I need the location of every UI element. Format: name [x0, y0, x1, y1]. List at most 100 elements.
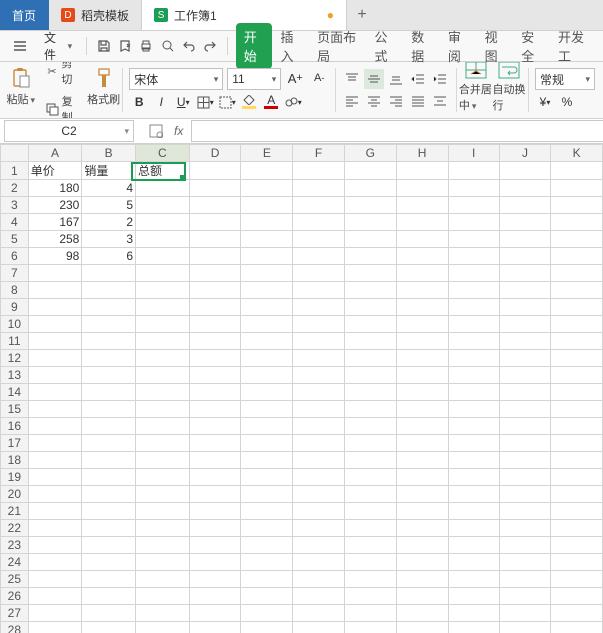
name-box[interactable]: C2 — [4, 120, 134, 142]
cell-J8[interactable] — [499, 282, 550, 299]
cell-J19[interactable] — [499, 469, 550, 486]
cell-A8[interactable] — [28, 282, 82, 299]
cell-I18[interactable] — [448, 452, 499, 469]
cell-A6[interactable]: 98 — [28, 248, 82, 265]
cell-A17[interactable] — [28, 435, 82, 452]
cell-F4[interactable] — [293, 214, 345, 231]
cell-J3[interactable] — [499, 197, 550, 214]
cell-B7[interactable] — [82, 265, 136, 282]
cell-C23[interactable] — [136, 537, 190, 554]
row-header-15[interactable]: 15 — [1, 401, 29, 418]
cell-C20[interactable] — [136, 486, 190, 503]
cell-D1[interactable] — [189, 162, 241, 180]
cell-B10[interactable] — [82, 316, 136, 333]
redo-button[interactable] — [202, 36, 219, 56]
cell-J12[interactable] — [499, 350, 550, 367]
cell-F22[interactable] — [293, 520, 345, 537]
cell-F13[interactable] — [293, 367, 345, 384]
cell-I28[interactable] — [448, 622, 499, 633]
cell-K14[interactable] — [551, 384, 603, 401]
spreadsheet-grid[interactable]: ABCDEFGHIJK1单价销量总额2180432305416725258369… — [0, 144, 603, 633]
cell-F11[interactable] — [293, 333, 345, 350]
cell-E2[interactable] — [241, 180, 293, 197]
save-as-button[interactable] — [116, 36, 133, 56]
formula-input[interactable] — [191, 120, 603, 142]
cell-E7[interactable] — [241, 265, 293, 282]
align-top-button[interactable] — [342, 69, 362, 89]
cell-C21[interactable] — [136, 503, 190, 520]
cell-K20[interactable] — [551, 486, 603, 503]
col-header-B[interactable]: B — [82, 145, 136, 162]
tab-add-button[interactable]: + — [347, 6, 377, 24]
cell-B17[interactable] — [82, 435, 136, 452]
row-header-12[interactable]: 12 — [1, 350, 29, 367]
paste-button[interactable]: 粘贴 — [4, 64, 38, 110]
cell-F24[interactable] — [293, 554, 345, 571]
cell-D23[interactable] — [189, 537, 241, 554]
cell-B9[interactable] — [82, 299, 136, 316]
cell-G24[interactable] — [344, 554, 396, 571]
cell-H15[interactable] — [396, 401, 448, 418]
cell-B3[interactable]: 5 — [82, 197, 136, 214]
cell-G13[interactable] — [344, 367, 396, 384]
cell-H25[interactable] — [396, 571, 448, 588]
cell-A11[interactable] — [28, 333, 82, 350]
cell-A10[interactable] — [28, 316, 82, 333]
row-header-22[interactable]: 22 — [1, 520, 29, 537]
cell-A4[interactable]: 167 — [28, 214, 82, 231]
cell-H8[interactable] — [396, 282, 448, 299]
cell-J1[interactable] — [499, 162, 550, 180]
cell-G14[interactable] — [344, 384, 396, 401]
cell-K12[interactable] — [551, 350, 603, 367]
cell-K6[interactable] — [551, 248, 603, 265]
cell-J26[interactable] — [499, 588, 550, 605]
cell-B21[interactable] — [82, 503, 136, 520]
cell-K9[interactable] — [551, 299, 603, 316]
cell-C2[interactable] — [136, 180, 190, 197]
row-header-27[interactable]: 27 — [1, 605, 29, 622]
cell-H28[interactable] — [396, 622, 448, 633]
ribbon-tab-1[interactable]: 插入 — [272, 23, 309, 69]
cell-C8[interactable] — [136, 282, 190, 299]
cell-K19[interactable] — [551, 469, 603, 486]
row-header-1[interactable]: 1 — [1, 162, 29, 180]
cell-C1[interactable]: 总额 — [136, 162, 190, 180]
cell-F2[interactable] — [293, 180, 345, 197]
cell-F5[interactable] — [293, 231, 345, 248]
cell-G2[interactable] — [344, 180, 396, 197]
cell-D27[interactable] — [189, 605, 241, 622]
percent-button[interactable]: % — [557, 92, 577, 112]
cell-J14[interactable] — [499, 384, 550, 401]
cell-J7[interactable] — [499, 265, 550, 282]
cell-H19[interactable] — [396, 469, 448, 486]
cell-G23[interactable] — [344, 537, 396, 554]
cell-A24[interactable] — [28, 554, 82, 571]
cell-K1[interactable] — [551, 162, 603, 180]
cell-G10[interactable] — [344, 316, 396, 333]
cell-E6[interactable] — [241, 248, 293, 265]
cell-B24[interactable] — [82, 554, 136, 571]
cell-A18[interactable] — [28, 452, 82, 469]
cell-H26[interactable] — [396, 588, 448, 605]
cell-I14[interactable] — [448, 384, 499, 401]
cell-F9[interactable] — [293, 299, 345, 316]
row-header-19[interactable]: 19 — [1, 469, 29, 486]
cell-B2[interactable]: 4 — [82, 180, 136, 197]
cell-D14[interactable] — [189, 384, 241, 401]
cell-E18[interactable] — [241, 452, 293, 469]
cell-I5[interactable] — [448, 231, 499, 248]
cell-H12[interactable] — [396, 350, 448, 367]
cell-H17[interactable] — [396, 435, 448, 452]
print-button[interactable] — [138, 36, 155, 56]
align-left-button[interactable] — [342, 91, 362, 111]
cell-A13[interactable] — [28, 367, 82, 384]
cell-I19[interactable] — [448, 469, 499, 486]
file-menu[interactable]: 文件 — [38, 26, 78, 66]
cell-H2[interactable] — [396, 180, 448, 197]
row-header-20[interactable]: 20 — [1, 486, 29, 503]
cell-J25[interactable] — [499, 571, 550, 588]
row-header-10[interactable]: 10 — [1, 316, 29, 333]
cell-I23[interactable] — [448, 537, 499, 554]
row-header-8[interactable]: 8 — [1, 282, 29, 299]
cell-H14[interactable] — [396, 384, 448, 401]
